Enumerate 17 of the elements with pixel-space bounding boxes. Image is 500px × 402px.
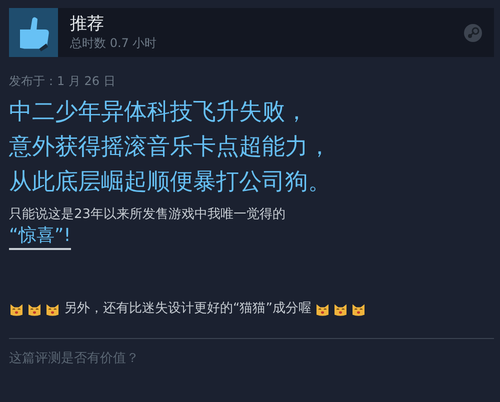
posted-date: 发布于：1 月 26 日 (9, 73, 116, 89)
steam-logo-icon (463, 22, 483, 42)
playtime-text: 总时数 0.7 小时 (70, 35, 158, 52)
cat-face-icon (333, 302, 348, 316)
emphasis-link[interactable]: “惊喜”! (9, 224, 71, 250)
headline-text: 中二少年异体科技飞升失败， (9, 98, 309, 127)
headline-text: 从此底层崛起顺便暴打公司狗。 (9, 168, 332, 197)
cat-face-icon (315, 302, 330, 316)
verdict-title: 推荐 (70, 13, 105, 35)
cat-face-icon (45, 302, 60, 316)
cat-face-icon (27, 302, 42, 316)
cat-face-icon (9, 302, 24, 316)
headline-text: 意外获得摇滚音乐卡点超能力， (9, 133, 332, 162)
review-text: 只能说这是23年以来所发售游戏中我唯一觉得的 (9, 206, 287, 224)
cat-face-icon (351, 302, 366, 316)
helpful-question: 这篇评测是否有价值？ (9, 338, 494, 367)
review-text: 另外，还有比迷失设计更好的“猫猫”成分喔 (64, 300, 312, 318)
